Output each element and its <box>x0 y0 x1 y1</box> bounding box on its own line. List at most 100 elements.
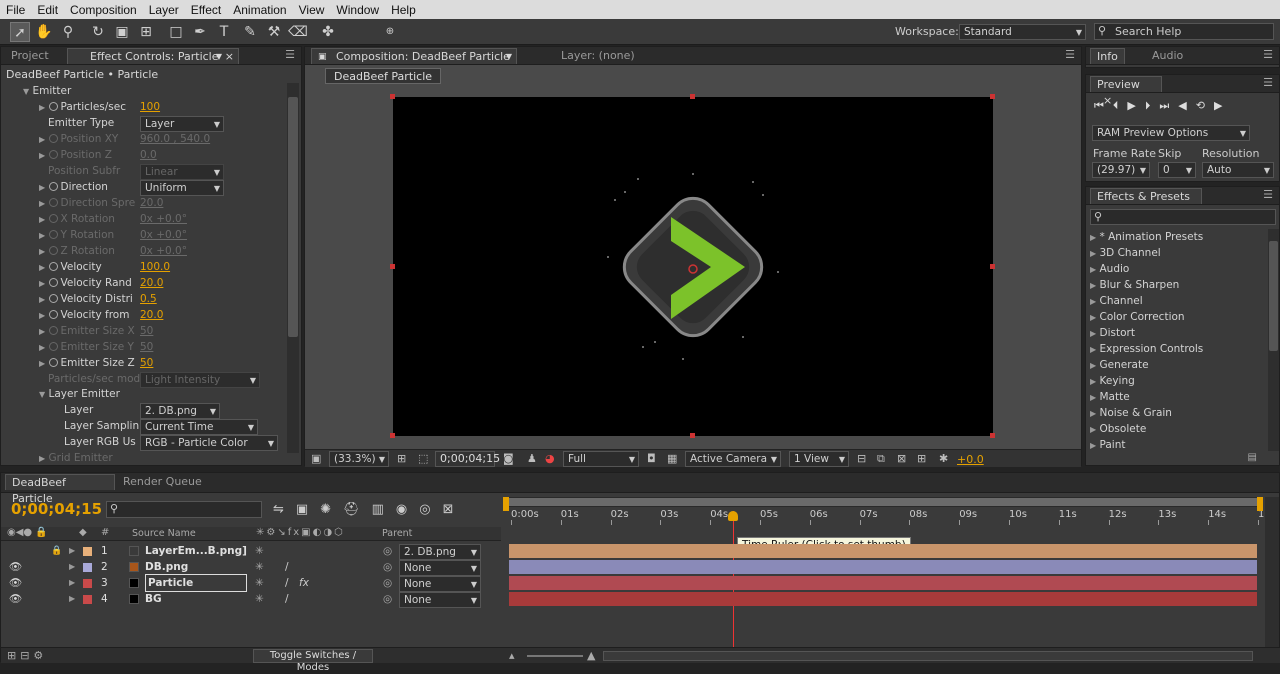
expand-triangle-icon[interactable]: ▶ <box>1090 393 1096 402</box>
layer-row[interactable]: 🔒 ▶ 1 LayerEm...B.png] ✳ ◎ 2. DB.png <box>1 543 501 560</box>
camera-view-select[interactable]: Active Camera <box>685 451 781 467</box>
eye-icon[interactable]: 👁 <box>9 591 22 607</box>
property-value[interactable]: 0x +0.0° <box>140 243 187 259</box>
rectangle-tool-icon[interactable]: □ <box>166 22 186 42</box>
workspace-select[interactable]: Standard <box>959 24 1086 40</box>
expand-triangle-icon[interactable]: ▶ <box>69 591 75 607</box>
next-frame-icon[interactable]: ⏵ <box>1145 99 1160 112</box>
layer-name[interactable]: Particle <box>145 574 247 592</box>
expand-triangle-icon[interactable]: ▶ <box>1090 265 1096 274</box>
effect-switch-icon[interactable]: fx <box>299 575 309 591</box>
axis-mode-icon[interactable]: ⊕ ● ⌖ <box>380 22 400 57</box>
shy-switch-icon[interactable]: ✳ <box>255 543 264 559</box>
safe-zones-icon[interactable]: ⊞ <box>397 452 406 465</box>
effects-category-item[interactable]: ▶ Audio <box>1090 261 1129 277</box>
stopwatch-icon[interactable] <box>48 182 58 191</box>
work-area-start-handle[interactable] <box>503 497 509 511</box>
pickwhip-icon[interactable]: ◎ <box>383 591 392 607</box>
time-ruler[interactable]: 0:00s 01s 02s 03s 04s 05s 06s 07s 08s 09s 10s 11s 12… <box>503 507 1276 525</box>
layer-emitter-dropdown[interactable]: RGB - Particle Color <box>140 435 278 451</box>
effect-row-emitter-size-z[interactable]: ▶ Emitter Size Z <box>39 355 135 371</box>
effects-category-item[interactable]: ▶ Obsolete <box>1090 421 1146 437</box>
parent-select[interactable]: 2. DB.png <box>399 544 481 560</box>
effect-row-y-rotation[interactable]: ▶ Y Rotation <box>39 227 114 243</box>
effects-category-item[interactable]: ▶ Color Correction <box>1090 309 1185 325</box>
audio-icon[interactable]: ◀ <box>1178 99 1195 112</box>
stopwatch-icon[interactable] <box>48 294 58 303</box>
layer-handle-tl[interactable] <box>390 94 395 99</box>
panel-menu-icon[interactable]: ☰ <box>1065 48 1075 61</box>
property-value[interactable]: 50 <box>140 339 153 355</box>
preview-resolution-select[interactable]: Auto <box>1202 162 1274 178</box>
effect-row-position-xy[interactable]: ▶ Position XY <box>39 131 118 147</box>
stopwatch-icon[interactable] <box>48 358 58 367</box>
effect-row-position-subfr[interactable]: Position Subfr <box>39 163 120 179</box>
effect-row-direction[interactable]: ▶ Direction <box>39 179 108 195</box>
effects-category-item[interactable]: ▶ Distort <box>1090 325 1135 341</box>
effects-category-item[interactable]: ▶ Noise & Grain <box>1090 405 1172 421</box>
expand-triangle-icon[interactable]: ▶ <box>39 183 45 192</box>
effects-scrollbar[interactable] <box>1268 229 1279 451</box>
layer-handle-ml[interactable] <box>390 264 395 269</box>
lock-view-icon[interactable]: ▣ <box>318 49 327 65</box>
timeline-current-time[interactable]: 0;00;04;15 <box>11 500 102 518</box>
motion-blur-icon[interactable]: ◉ <box>396 502 419 517</box>
panel-menu-icon[interactable]: ☰ <box>1263 76 1273 89</box>
expand-triangle-icon[interactable]: ▶ <box>39 263 45 272</box>
pixel-aspect-icon[interactable]: ⊟ <box>857 452 866 465</box>
expand-triangle-icon[interactable]: ▶ <box>1090 329 1096 338</box>
layer-handle-bc[interactable] <box>690 433 695 438</box>
expand-triangle-icon[interactable]: ▶ <box>1090 441 1096 450</box>
expand-triangle-icon[interactable]: ▶ <box>69 575 75 591</box>
comp-flowchart-icon[interactable]: ⊞ <box>917 452 926 465</box>
quality-switch-icon[interactable]: / <box>285 591 289 607</box>
pickwhip-icon[interactable]: ◎ <box>383 543 392 559</box>
skip-select[interactable]: 0 <box>1158 162 1196 178</box>
effect-row-z-rotation[interactable]: ▶ Z Rotation <box>39 243 115 259</box>
expand-triangle-icon[interactable]: ▶ <box>1090 425 1096 434</box>
layer-row[interactable]: 👁 ▶ 3 Particle ✳ / fx ◎ None <box>1 574 501 592</box>
exposure-reset-icon[interactable]: ✱ <box>939 452 948 465</box>
expand-triangle-icon[interactable]: ▶ <box>39 327 45 336</box>
property-value[interactable]: 50 <box>140 323 153 339</box>
effects-category-item[interactable]: ▶ Paint <box>1090 437 1125 453</box>
property-value[interactable]: 0x +0.0° <box>140 227 187 243</box>
zoom-slider[interactable] <box>527 655 583 657</box>
expand-triangle-icon[interactable]: ▶ <box>39 279 45 288</box>
panel-menu-icon[interactable]: ☰ <box>1263 188 1273 201</box>
expand-triangle-icon[interactable]: ▶ <box>39 343 45 352</box>
expand-triangle-icon[interactable]: ▶ <box>39 103 45 112</box>
eye-icon[interactable]: 👁 <box>9 575 22 591</box>
property-dropdown[interactable]: Linear <box>140 164 224 180</box>
effect-row-position-z[interactable]: ▶ Position Z <box>39 147 112 163</box>
stopwatch-icon[interactable] <box>48 214 58 223</box>
stopwatch-icon[interactable] <box>48 326 58 335</box>
tab-menu-chevron-icon[interactable]: ▼ <box>216 49 222 65</box>
tab-info[interactable]: Info <box>1090 48 1125 64</box>
eraser-tool-icon[interactable]: ⌫ <box>288 22 308 42</box>
property-value[interactable]: 0.5 <box>140 291 157 307</box>
exposure-value[interactable]: +0.0 <box>957 453 984 466</box>
menu-effect[interactable]: Effect <box>185 3 227 17</box>
menu-help[interactable]: Help <box>385 3 422 17</box>
effect-row-velocity[interactable]: ▶ Velocity <box>39 259 102 275</box>
property-dropdown[interactable]: Layer <box>140 116 224 132</box>
expand-triangle-icon[interactable]: ▶ <box>1090 233 1096 242</box>
effect-row-velocity-rand[interactable]: ▶ Velocity Rand <box>39 275 132 291</box>
tab-effect-controls[interactable]: Effect Controls: Particle ▼ × <box>67 48 239 64</box>
expand-triangle-icon[interactable]: ▶ <box>69 559 75 575</box>
stopwatch-icon[interactable] <box>48 246 58 255</box>
property-value[interactable]: 100 <box>140 99 160 115</box>
effects-category-item[interactable]: ▶ Matte <box>1090 389 1130 405</box>
expand-triangle-icon[interactable]: ▶ <box>39 359 45 368</box>
menu-window[interactable]: Window <box>330 3 385 17</box>
effects-category-item[interactable]: ▶ Generate <box>1090 357 1149 373</box>
layer-emitter-dropdown[interactable]: 2. DB.png <box>140 403 220 419</box>
ram-preview-options-select[interactable]: RAM Preview Options <box>1092 125 1250 141</box>
effect-row-emitter-size-x[interactable]: ▶ Emitter Size X <box>39 323 135 339</box>
expand-triangle-icon[interactable]: ▶ <box>39 215 45 224</box>
effect-row-x-rotation[interactable]: ▶ X Rotation <box>39 211 115 227</box>
stopwatch-icon[interactable] <box>48 230 58 239</box>
camera-tool-icon[interactable]: ▣ <box>112 22 132 42</box>
property-value[interactable]: 20.0 <box>140 275 163 291</box>
